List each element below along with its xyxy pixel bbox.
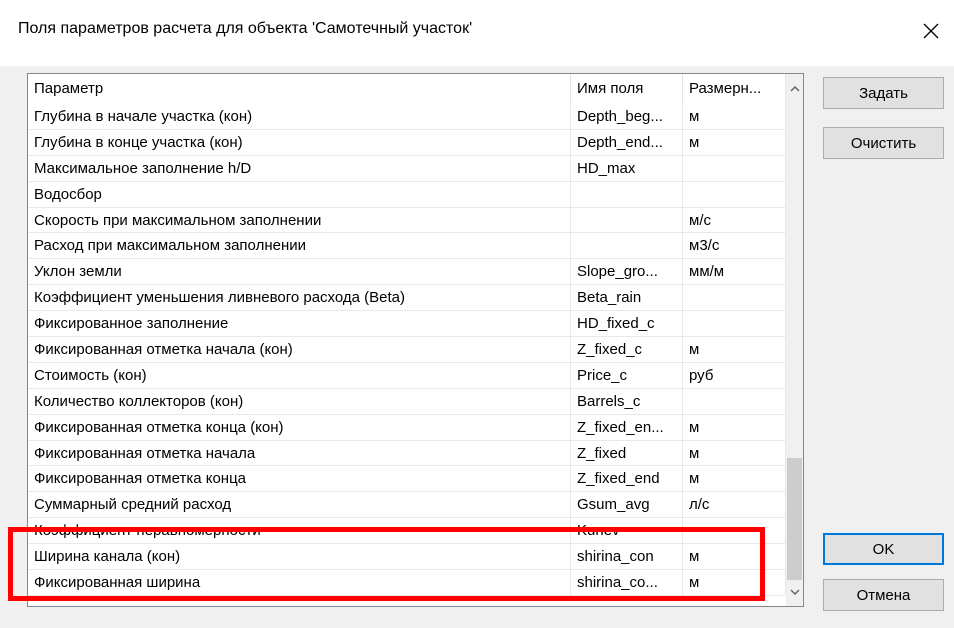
cell-parameter: Суммарный средний расход [28, 492, 571, 519]
cell-field-name: shirina_con [571, 544, 683, 571]
cell-unit [683, 388, 786, 415]
cell-field-name: shirina_co... [571, 570, 683, 596]
cell-field-name: Z_fixed_c [571, 337, 683, 363]
list-item[interactable]: Фиксированная отметка конца (кон) Z_fixed… [28, 414, 786, 441]
close-icon [923, 23, 939, 39]
cell-parameter: Глубина в конце участка (кон) [28, 129, 571, 156]
cell-field-name: Slope_gro... [571, 259, 683, 286]
cell-parameter: Фиксированная отметка начала (кон) [28, 337, 571, 363]
cell-parameter: Фиксированная отметка конца (кон) [28, 414, 571, 441]
scroll-up-button[interactable] [786, 80, 803, 97]
cell-unit: руб [683, 362, 786, 389]
vertical-scrollbar[interactable] [786, 74, 803, 606]
clear-button[interactable]: Очистить [823, 127, 944, 159]
cell-field-name: Kunev [571, 518, 683, 545]
set-button[interactable]: Задать [823, 77, 944, 109]
cell-parameter: Фиксированная ширина [28, 570, 571, 596]
cell-unit: м3/с [683, 233, 786, 260]
column-header-parameter[interactable]: Параметр [28, 74, 571, 104]
list-rows: Глубина в начале участка (кон) Depth_beg.… [28, 104, 786, 596]
cell-unit [683, 285, 786, 312]
cell-unit: м [683, 414, 786, 441]
list-item[interactable]: Коэффициент уменьшения ливневого расхода… [28, 285, 786, 312]
cell-unit: м [683, 544, 786, 571]
list-header: Параметр Имя поля Размерн... [28, 74, 786, 104]
cell-unit [683, 155, 786, 182]
list-item[interactable]: Фиксированная отметка конца Z_fixed_end м [28, 466, 786, 493]
cell-parameter: Фиксированное заполнение [28, 311, 571, 338]
cell-parameter: Водосбор [28, 181, 571, 208]
cell-field-name: HD_fixed_c [571, 311, 683, 338]
cell-field-name: Beta_rain [571, 285, 683, 312]
cell-parameter: Максимальное заполнение h/D [28, 155, 571, 182]
cell-unit: м [683, 466, 786, 493]
cell-field-name: Z_fixed_end [571, 466, 683, 493]
cell-parameter: Расход при максимальном заполнении [28, 233, 571, 260]
cell-parameter: Коэффициент уменьшения ливневого расхода… [28, 285, 571, 312]
cell-parameter: Стоимость (кон) [28, 362, 571, 389]
title-bar: Поля параметров расчета для объекта 'Сам… [0, 0, 954, 66]
list-item[interactable]: Фиксированная отметка начала (кон) Z_fixe… [28, 337, 786, 363]
chevron-up-icon [790, 86, 799, 92]
cell-unit: м/с [683, 207, 786, 234]
list-item[interactable]: Скорость при максимальном заполнении м/с [28, 207, 786, 234]
cell-parameter: Коэффициент неравномерности [28, 518, 571, 545]
chevron-down-icon [790, 589, 799, 595]
close-button[interactable] [908, 8, 954, 54]
cell-field-name [571, 233, 683, 260]
list-item[interactable]: Коэффициент неравномерности Kunev [28, 518, 786, 545]
cell-unit: мм/м [683, 259, 786, 286]
cell-unit: м [683, 129, 786, 156]
cell-field-name: Z_fixed_en... [571, 414, 683, 441]
cell-unit: л/с [683, 492, 786, 519]
scrollbar-thumb[interactable] [787, 458, 802, 580]
column-header-unit[interactable]: Размерн... [683, 74, 786, 104]
list-item[interactable]: Максимальное заполнение h/D HD_max [28, 155, 786, 182]
cell-field-name: Price_c [571, 362, 683, 389]
cell-unit: м [683, 440, 786, 467]
cancel-button[interactable]: Отмена [823, 579, 944, 611]
cell-field-name: HD_max [571, 155, 683, 182]
cell-parameter: Скорость при максимальном заполнении [28, 207, 571, 234]
column-header-field-name[interactable]: Имя поля [571, 74, 683, 104]
cell-parameter: Ширина канала (кон) [28, 544, 571, 571]
list-item[interactable]: Ширина канала (кон) shirina_con м [28, 544, 786, 571]
list-item[interactable]: Фиксированная отметка начала Z_fixed м [28, 440, 786, 467]
cell-field-name [571, 181, 683, 208]
list-item[interactable]: Расход при максимальном заполнении м3/с [28, 233, 786, 260]
cell-parameter: Количество коллекторов (кон) [28, 388, 571, 415]
cell-field-name: Z_fixed [571, 440, 683, 467]
ok-button[interactable]: OK [823, 533, 944, 565]
list-item[interactable]: Количество коллекторов (кон) Barrels_c [28, 388, 786, 415]
list-item[interactable]: Стоимость (кон) Price_c руб [28, 362, 786, 389]
list-item[interactable]: Фиксированная ширина shirina_co... м [28, 570, 786, 596]
cell-field-name [571, 207, 683, 234]
list-item[interactable]: Глубина в начале участка (кон) Depth_beg.… [28, 104, 786, 130]
cell-unit [683, 311, 786, 338]
list-item[interactable]: Водосбор [28, 181, 786, 208]
cell-unit: м [683, 104, 786, 130]
cell-parameter: Уклон земли [28, 259, 571, 286]
cell-field-name: Depth_beg... [571, 104, 683, 130]
list-item[interactable]: Суммарный средний расход Gsum_avg л/с [28, 492, 786, 519]
list-item[interactable]: Глубина в конце участка (кон) Depth_end..… [28, 129, 786, 156]
cell-field-name: Gsum_avg [571, 492, 683, 519]
cell-unit: м [683, 337, 786, 363]
cell-unit [683, 518, 786, 545]
list-item[interactable]: Фиксированное заполнение HD_fixed_c [28, 311, 786, 338]
list-item[interactable]: Уклон земли Slope_gro... мм/м [28, 259, 786, 286]
cell-parameter: Фиксированная отметка начала [28, 440, 571, 467]
cell-parameter: Глубина в начале участка (кон) [28, 104, 571, 130]
scroll-down-button[interactable] [786, 584, 803, 601]
cell-unit: м [683, 570, 786, 596]
cell-field-name: Depth_end... [571, 129, 683, 156]
parameters-list[interactable]: Параметр Имя поля Размерн... Глубина в н… [27, 73, 804, 607]
window-title: Поля параметров расчета для объекта 'Сам… [18, 20, 473, 37]
cell-unit [683, 181, 786, 208]
cell-field-name: Barrels_c [571, 388, 683, 415]
cell-parameter: Фиксированная отметка конца [28, 466, 571, 493]
